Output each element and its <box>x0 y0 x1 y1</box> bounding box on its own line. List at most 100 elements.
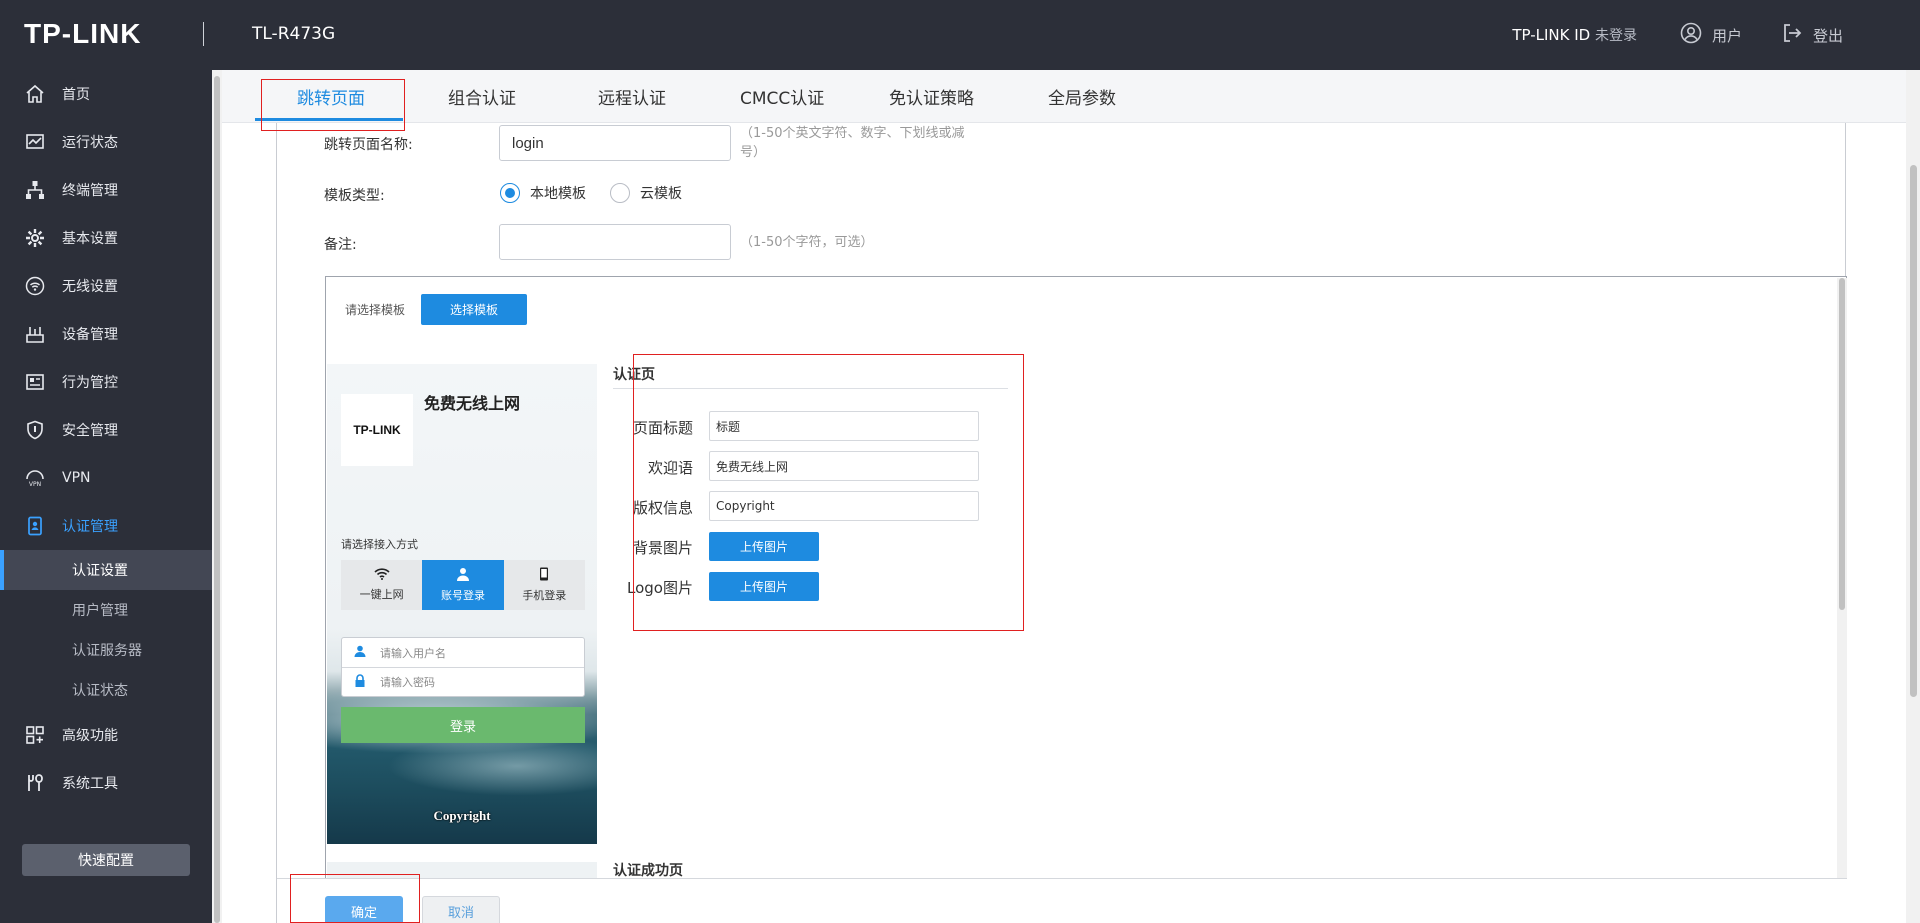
device-model: TL-R473G <box>252 24 336 44</box>
method-phone[interactable]: 手机登录 <box>504 560 585 610</box>
note-input[interactable] <box>499 224 731 260</box>
user-icon <box>456 567 470 584</box>
template-type-label: 模板类型: <box>324 188 385 204</box>
action-bar <box>277 878 1847 923</box>
choose-template-button[interactable]: 选择模板 <box>421 294 527 325</box>
sidebar-item-wireless[interactable]: 无线设置 <box>0 266 212 306</box>
sidebar-subitem-user-management[interactable]: 用户管理 <box>0 590 212 630</box>
sidebar-item-behavior[interactable]: 行为管控 <box>0 362 212 402</box>
sidebar-item-devices[interactable]: 设备管理 <box>0 314 212 354</box>
logout-icon <box>1781 22 1803 48</box>
wifi-icon <box>374 568 390 583</box>
sidebar-label: 终端管理 <box>62 183 118 199</box>
sidebar-item-vpn[interactable]: VPN VPN <box>0 458 212 498</box>
top-bar: TP-LINK TL-R473G TP-LINK ID 未登录 用户 登出 <box>0 0 1920 70</box>
tab-remote-auth[interactable]: 远程认证 <box>598 84 666 109</box>
sidebar-item-tools[interactable]: 系统工具 <box>0 763 212 803</box>
editor-scroll-thumb[interactable] <box>1839 278 1845 610</box>
lock-icon <box>354 674 366 690</box>
upload-logo-button[interactable]: 上传图片 <box>709 572 819 601</box>
wifi-icon <box>24 275 46 297</box>
preview-login-button[interactable]: 登录 <box>341 707 585 743</box>
home-icon <box>24 83 46 105</box>
welcome-input[interactable] <box>709 451 979 481</box>
password-placeholder: 请输入密码 <box>380 676 435 689</box>
monitor-icon <box>24 131 46 153</box>
upload-background-button[interactable]: 上传图片 <box>709 532 819 561</box>
cancel-button[interactable]: 取消 <box>422 896 500 923</box>
user-label: 用户 <box>1712 26 1743 45</box>
sidebar-label: 基本设置 <box>62 231 118 247</box>
preview-password-field[interactable]: 请输入密码 <box>342 667 584 696</box>
method-one-click[interactable]: 一键上网 <box>341 560 422 610</box>
tab-global-params[interactable]: 全局参数 <box>1048 84 1116 109</box>
tools-icon <box>24 772 46 794</box>
behavior-icon <box>24 371 46 393</box>
sidebar-label: 高级功能 <box>62 728 118 744</box>
phone-icon <box>539 567 549 584</box>
sidebar-item-terminals[interactable]: 终端管理 <box>0 170 212 210</box>
sidebar-item-auth[interactable]: 认证管理 <box>0 506 212 546</box>
radio-local-template[interactable]: 本地模板 <box>500 183 586 203</box>
sidebar-label: 认证管理 <box>62 519 118 535</box>
tplink-id-login[interactable]: TP-LINK ID 未登录 <box>1512 25 1637 45</box>
username-placeholder: 请输入用户名 <box>380 646 446 660</box>
tplink-logo: TP-LINK <box>24 18 142 49</box>
method-label: 手机登录 <box>522 589 567 602</box>
device-icon <box>24 323 46 345</box>
sidebar-item-security[interactable]: 安全管理 <box>0 410 212 450</box>
copyright-input[interactable] <box>709 491 979 521</box>
auth-page-section-title: 认证页 <box>613 367 655 383</box>
sidebar-label: 首页 <box>62 87 90 103</box>
sidebar-subitem-auth-server[interactable]: 认证服务器 <box>0 630 212 670</box>
confirm-button[interactable]: 确定 <box>325 896 403 923</box>
logo-divider <box>203 22 204 46</box>
user-icon <box>354 645 366 660</box>
tplink-id-label: TP-LINK ID <box>1512 26 1591 44</box>
note-hint: （1-50个字符，可选） <box>740 235 874 250</box>
radio-label: 云模板 <box>640 186 682 202</box>
sidebar-subitem-auth-status[interactable]: 认证状态 <box>0 670 212 710</box>
radio-unchecked-icon <box>610 183 630 203</box>
sidebar-label: VPN <box>62 470 91 486</box>
quick-config-button[interactable]: 快速配置 <box>22 844 190 876</box>
sidebar-label: 运行状态 <box>62 135 118 151</box>
sidebar-item-home[interactable]: 首页 <box>0 74 212 114</box>
redirect-name-label: 跳转页面名称: <box>324 137 413 153</box>
tab-cmcc-auth[interactable]: CMCC认证 <box>740 84 824 109</box>
preview-username-field[interactable]: 请输入用户名 <box>342 638 584 667</box>
sidebar-label: 设备管理 <box>62 327 118 343</box>
success-page-section-title: 认证成功页 <box>613 863 683 879</box>
tab-combined-auth[interactable]: 组合认证 <box>448 84 516 109</box>
gear-icon <box>24 227 46 249</box>
sidebar-item-advanced[interactable]: 高级功能 <box>0 715 212 755</box>
radio-label: 本地模板 <box>530 186 586 202</box>
preview-login-form: 请输入用户名 请输入密码 <box>341 637 585 697</box>
logout-label: 登出 <box>1813 26 1844 45</box>
radio-cloud-template[interactable]: 云模板 <box>610 183 682 203</box>
page-title-input[interactable] <box>709 411 979 441</box>
network-icon <box>24 179 46 201</box>
sidebar-label: 无线设置 <box>62 279 118 295</box>
sidebar-label: 行为管控 <box>62 375 118 391</box>
sidebar-label: 安全管理 <box>62 423 118 439</box>
redirect-name-input[interactable] <box>499 125 731 161</box>
tab-exempt-policy[interactable]: 免认证策略 <box>889 84 974 109</box>
auth-icon <box>24 515 46 537</box>
method-account[interactable]: 账号登录 <box>422 560 504 610</box>
sidebar-scroll-thumb[interactable] <box>214 76 220 923</box>
logout-button[interactable]: 登出 <box>1781 22 1843 48</box>
tab-redirect-page[interactable]: 跳转页面 <box>297 84 365 109</box>
sidebar: 首页 运行状态 终端管理 基本设置 无线设置 设备管理 行为管控 安全管理 VP… <box>0 70 212 923</box>
page-title-label: 页面标题 <box>632 419 693 437</box>
logo-image-label: Logo图片 <box>627 579 693 597</box>
copyright-label: 版权信息 <box>632 499 693 517</box>
user-icon <box>1680 22 1702 48</box>
sidebar-item-status[interactable]: 运行状态 <box>0 122 212 162</box>
content-frame <box>276 123 277 923</box>
user-menu[interactable]: 用户 <box>1680 22 1742 48</box>
page-scroll-thumb[interactable] <box>1910 165 1917 697</box>
sidebar-subitem-auth-settings[interactable]: 认证设置 <box>0 550 212 590</box>
tplink-id-status: 未登录 <box>1595 28 1637 44</box>
sidebar-item-basic[interactable]: 基本设置 <box>0 218 212 258</box>
